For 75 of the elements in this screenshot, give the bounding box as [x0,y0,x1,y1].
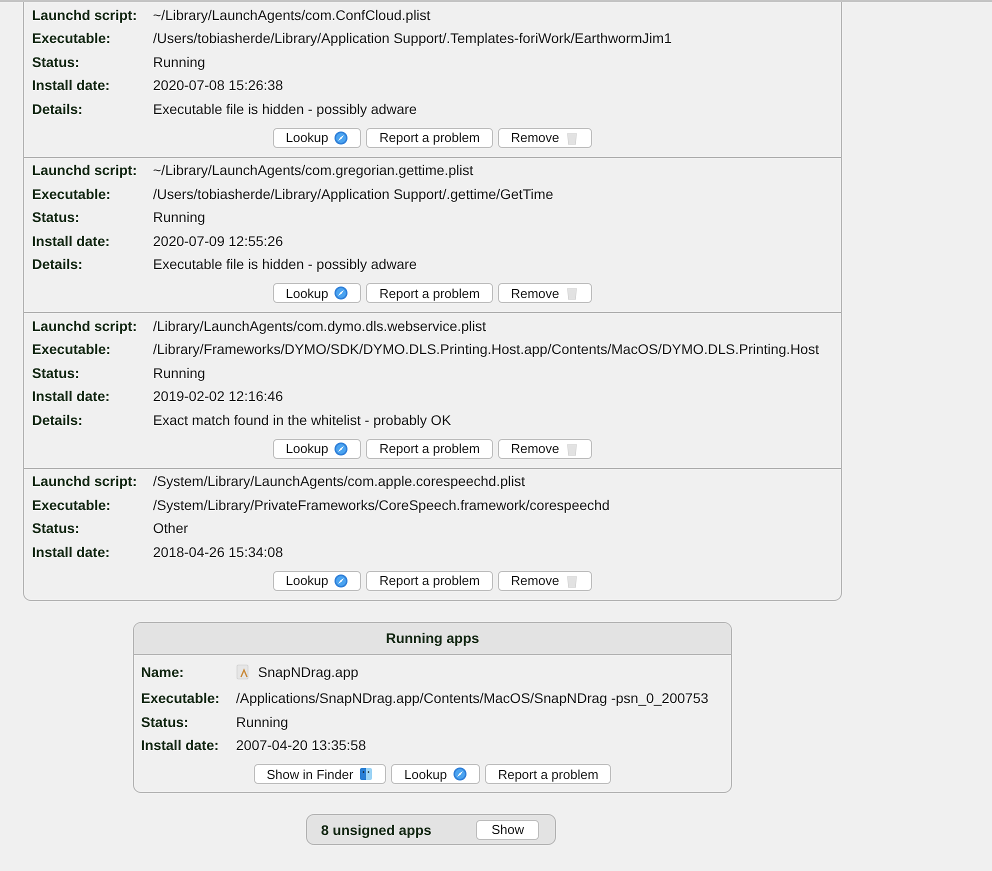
field-label: Launchd script: [32,473,138,490]
unsigned-count: 8 unsigned apps [321,822,432,838]
field-value: Running [153,54,206,70]
field-value: 2018-04-26 15:34:08 [153,544,283,560]
finder-icon [359,767,374,781]
field-label: Install date: [32,77,111,94]
compass-icon [452,767,467,781]
field-label: Name: [141,664,185,680]
panel-title: Running apps [134,622,731,654]
remove-button[interactable]: Remove [498,438,592,458]
field-value: 2020-07-09 12:55:26 [153,232,283,249]
field-label: Details: [32,256,84,272]
field-value: ~/Library/LaunchAgents/com.gregorian.gettime.plist [153,162,474,178]
field-value: ~/Library/LaunchAgents/com.ConfCloud.plist [153,6,430,23]
lookup-button[interactable]: Lookup [272,438,362,458]
remove-button[interactable]: Remove [498,570,592,590]
field-value: SnapNDrag.app [258,664,358,680]
report-button[interactable]: Report a problem [366,128,493,148]
field-label: Launchd script: [32,6,138,23]
field-value: Running [153,209,206,226]
field-label: Details: [32,412,84,428]
field-label: Launchd script: [32,318,138,334]
field-value: 2020-07-08 15:26:38 [153,77,283,94]
compass-icon [334,442,348,456]
compass-icon [334,574,348,588]
field-label: Install date: [32,388,111,404]
field-label: Status: [32,364,80,381]
trash-icon [565,574,580,588]
field-value: Executable file is hidden - possibly adware [153,100,417,117]
trash-icon [565,442,580,456]
field-value: Running [153,364,206,381]
compass-icon [334,286,348,300]
field-value: 2007-04-20 13:35:58 [236,737,366,754]
field-label: Install date: [32,544,111,560]
field-value: /Applications/SnapNDrag.app/Contents/MacOS/SnapNDrag -psn_0_200753 [236,690,708,706]
lookup-button[interactable]: Lookup [272,283,362,303]
lookup-button[interactable]: Lookup [391,764,480,784]
field-label: Status: [141,714,190,730]
field-value: /Library/LaunchAgents/com.dymo.dls.webservice.plist [153,318,486,334]
trash-icon [565,286,580,300]
report-button[interactable]: Report a problem [366,570,493,590]
app-icon [236,664,250,680]
field-label: Executable: [32,186,112,202]
field-label: Executable: [32,30,112,46]
field-value: Executable file is hidden - possibly adware [153,256,417,272]
field-label: Executable: [32,341,112,358]
field-value: /Users/tobiasherde/Library/Application Support/.gettime/GetTime [153,186,554,202]
field-label: Status: [32,209,80,226]
compass-icon [334,130,348,144]
field-label: Executable: [32,496,112,513]
show-in-finder-button[interactable]: Show in Finder [254,764,386,784]
field-label: Launchd script: [32,162,138,178]
remove-button[interactable]: Remove [498,283,592,303]
field-label: Status: [32,54,80,70]
field-value: /Library/Frameworks/DYMO/SDK/DYMO.DLS.Printing.Host.app/Contents/MacOS/DYMO.DLS.Printing.Host [153,341,819,358]
lookup-button[interactable]: Lookup [272,570,362,590]
field-value: /System/Library/PrivateFrameworks/CoreSpeech.framework/corespeechd [153,496,610,513]
remove-button[interactable]: Remove [498,128,592,148]
field-value: /Users/tobiasherde/Library/Application Support/.Templates-foriWork/EarthwormJim1 [153,30,672,46]
field-label: Executable: [141,690,221,706]
field-label: Install date: [32,232,111,249]
field-value: /System/Library/LaunchAgents/com.apple.corespeechd.plist [153,473,525,490]
field-label: Details: [32,100,84,117]
report-button[interactable]: Report a problem [366,438,493,458]
field-label: Install date: [141,737,220,754]
field-value: 2019-02-02 12:16:46 [153,388,283,404]
report-button[interactable]: Report a problem [484,764,612,784]
lookup-button[interactable]: Lookup [272,128,362,148]
show-button[interactable]: Show [476,820,539,840]
field-value: Exact match found in the whitelist - probably OK [153,412,452,428]
field-label: Status: [32,520,80,536]
trash-icon [565,130,580,144]
report-button[interactable]: Report a problem [366,283,493,303]
field-value: Other [153,520,188,536]
field-value: Running [236,714,288,730]
